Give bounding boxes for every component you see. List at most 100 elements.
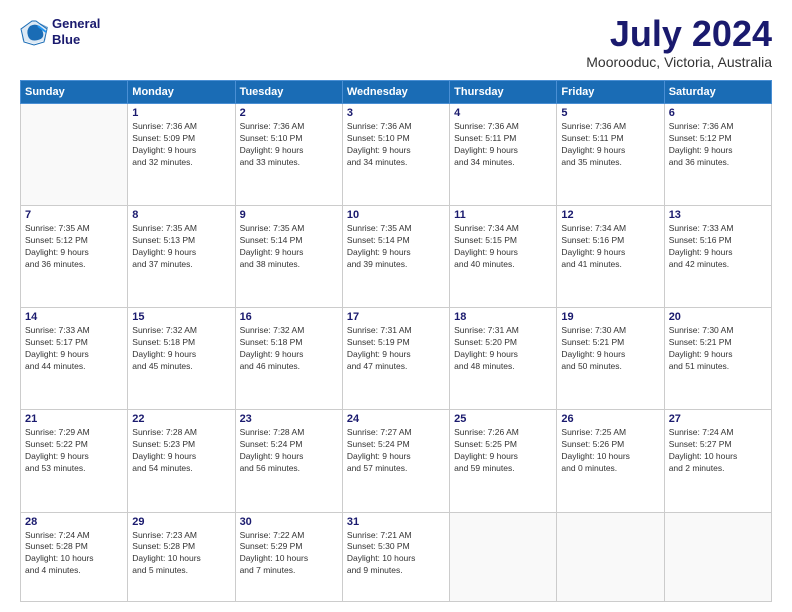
day-header: Tuesday [235,81,342,104]
calendar-cell: 21 Sunrise: 7:29 AMSunset: 5:22 PMDayligh… [21,410,128,512]
day-number: 5 [561,107,659,119]
day-number: 14 [25,311,123,323]
day-number: 6 [669,107,767,119]
day-number: 8 [132,209,230,221]
day-info: Sunrise: 7:24 AMSunset: 5:27 PMDaylight:… [669,427,767,475]
day-info: Sunrise: 7:35 AMSunset: 5:13 PMDaylight:… [132,223,230,271]
day-info: Sunrise: 7:33 AMSunset: 5:17 PMDaylight:… [25,325,123,373]
day-header: Monday [128,81,235,104]
calendar-cell: 17 Sunrise: 7:31 AMSunset: 5:19 PMDayligh… [342,308,449,410]
logo-icon [20,18,48,46]
header: General Blue July 2024 Moorooduc, Victor… [20,16,772,70]
calendar-cell: 8 Sunrise: 7:35 AMSunset: 5:13 PMDaylight… [128,206,235,308]
day-number: 28 [25,516,123,528]
day-info: Sunrise: 7:36 AMSunset: 5:10 PMDaylight:… [240,121,338,169]
calendar-table: SundayMondayTuesdayWednesdayThursdayFrid… [20,80,772,602]
calendar-cell: 22Sunrise: 7:28 AMSunset: 5:23 PMDayligh… [128,410,235,512]
day-number: 25 [454,413,552,425]
calendar-cell: 7 Sunrise: 7:35 AMSunset: 5:12 PMDaylight… [21,206,128,308]
day-info: Sunrise: 7:31 AMSunset: 5:20 PMDaylight:… [454,325,552,373]
day-number: 9 [240,209,338,221]
day-number: 10 [347,209,445,221]
day-header: Thursday [450,81,557,104]
day-info: Sunrise: 7:28 AMSunset: 5:23 PMDaylight:… [132,427,230,475]
day-info: Sunrise: 7:36 AMSunset: 5:11 PMDaylight:… [454,121,552,169]
day-number: 19 [561,311,659,323]
day-number: 4 [454,107,552,119]
calendar-cell: 19 Sunrise: 7:30 AMSunset: 5:21 PMDayligh… [557,308,664,410]
calendar-cell: 16 Sunrise: 7:32 AMSunset: 5:18 PMDayligh… [235,308,342,410]
calendar-cell: 25 Sunrise: 7:26 AMSunset: 5:25 PMDayligh… [450,410,557,512]
day-info: Sunrise: 7:28 AMSunset: 5:24 PMDaylight:… [240,427,338,475]
calendar-cell [557,512,664,601]
day-header: Wednesday [342,81,449,104]
calendar-cell: 6 Sunrise: 7:36 AMSunset: 5:12 PMDaylight… [664,104,771,206]
calendar-cell: 27Sunrise: 7:24 AMSunset: 5:27 PMDayligh… [664,410,771,512]
page: General Blue July 2024 Moorooduc, Victor… [0,0,792,612]
calendar-cell: 29Sunrise: 7:23 AMSunset: 5:28 PMDayligh… [128,512,235,601]
day-info: Sunrise: 7:32 AMSunset: 5:18 PMDaylight:… [132,325,230,373]
day-number: 21 [25,413,123,425]
calendar-cell: 1Sunrise: 7:36 AMSunset: 5:09 PMDaylight… [128,104,235,206]
title-block: July 2024 Moorooduc, Victoria, Australia [586,16,772,70]
day-info: Sunrise: 7:33 AMSunset: 5:16 PMDaylight:… [669,223,767,271]
calendar-cell: 2 Sunrise: 7:36 AMSunset: 5:10 PMDaylight… [235,104,342,206]
day-info: Sunrise: 7:21 AMSunset: 5:30 PMDaylight:… [347,530,445,578]
day-number: 7 [25,209,123,221]
calendar-cell: 24 Sunrise: 7:27 AMSunset: 5:24 PMDayligh… [342,410,449,512]
calendar-cell: 13 Sunrise: 7:33 AMSunset: 5:16 PMDayligh… [664,206,771,308]
day-header: Saturday [664,81,771,104]
day-info: Sunrise: 7:36 AMSunset: 5:12 PMDaylight:… [669,121,767,169]
calendar-cell: 30 Sunrise: 7:22 AMSunset: 5:29 PMDayligh… [235,512,342,601]
calendar-cell: 3 Sunrise: 7:36 AMSunset: 5:10 PMDaylight… [342,104,449,206]
day-info: Sunrise: 7:32 AMSunset: 5:18 PMDaylight:… [240,325,338,373]
logo-text: General Blue [52,16,100,47]
day-number: 18 [454,311,552,323]
calendar-cell: 5Sunrise: 7:36 AMSunset: 5:11 PMDaylight… [557,104,664,206]
day-number: 16 [240,311,338,323]
calendar-cell: 26Sunrise: 7:25 AMSunset: 5:26 PMDayligh… [557,410,664,512]
calendar-cell [450,512,557,601]
month-title: July 2024 [586,16,772,52]
day-info: Sunrise: 7:24 AMSunset: 5:28 PMDaylight:… [25,530,123,578]
day-info: Sunrise: 7:35 AMSunset: 5:12 PMDaylight:… [25,223,123,271]
calendar-cell: 31 Sunrise: 7:21 AMSunset: 5:30 PMDayligh… [342,512,449,601]
day-number: 11 [454,209,552,221]
day-number: 12 [561,209,659,221]
day-number: 20 [669,311,767,323]
day-info: Sunrise: 7:22 AMSunset: 5:29 PMDaylight:… [240,530,338,578]
day-number: 2 [240,107,338,119]
day-info: Sunrise: 7:26 AMSunset: 5:25 PMDaylight:… [454,427,552,475]
day-number: 13 [669,209,767,221]
day-info: Sunrise: 7:34 AMSunset: 5:15 PMDaylight:… [454,223,552,271]
day-number: 3 [347,107,445,119]
day-info: Sunrise: 7:29 AMSunset: 5:22 PMDaylight:… [25,427,123,475]
calendar-cell [21,104,128,206]
day-number: 24 [347,413,445,425]
day-info: Sunrise: 7:34 AMSunset: 5:16 PMDaylight:… [561,223,659,271]
calendar-cell: 15 Sunrise: 7:32 AMSunset: 5:18 PMDayligh… [128,308,235,410]
day-number: 17 [347,311,445,323]
day-number: 29 [132,516,230,528]
logo: General Blue [20,16,100,47]
calendar-cell: 28 Sunrise: 7:24 AMSunset: 5:28 PMDayligh… [21,512,128,601]
day-header: Friday [557,81,664,104]
calendar-cell: 12 Sunrise: 7:34 AMSunset: 5:16 PMDayligh… [557,206,664,308]
day-number: 31 [347,516,445,528]
calendar-cell: 23Sunrise: 7:28 AMSunset: 5:24 PMDayligh… [235,410,342,512]
day-info: Sunrise: 7:35 AMSunset: 5:14 PMDaylight:… [240,223,338,271]
calendar-cell: 20Sunrise: 7:30 AMSunset: 5:21 PMDayligh… [664,308,771,410]
location: Moorooduc, Victoria, Australia [586,54,772,70]
calendar-cell: 9 Sunrise: 7:35 AMSunset: 5:14 PMDaylight… [235,206,342,308]
day-info: Sunrise: 7:27 AMSunset: 5:24 PMDaylight:… [347,427,445,475]
calendar-cell: 10Sunrise: 7:35 AMSunset: 5:14 PMDayligh… [342,206,449,308]
day-info: Sunrise: 7:36 AMSunset: 5:09 PMDaylight:… [132,121,230,169]
day-number: 30 [240,516,338,528]
day-number: 26 [561,413,659,425]
day-info: Sunrise: 7:30 AMSunset: 5:21 PMDaylight:… [561,325,659,373]
day-number: 15 [132,311,230,323]
day-header: Sunday [21,81,128,104]
day-info: Sunrise: 7:36 AMSunset: 5:10 PMDaylight:… [347,121,445,169]
day-info: Sunrise: 7:31 AMSunset: 5:19 PMDaylight:… [347,325,445,373]
calendar-cell: 4 Sunrise: 7:36 AMSunset: 5:11 PMDaylight… [450,104,557,206]
